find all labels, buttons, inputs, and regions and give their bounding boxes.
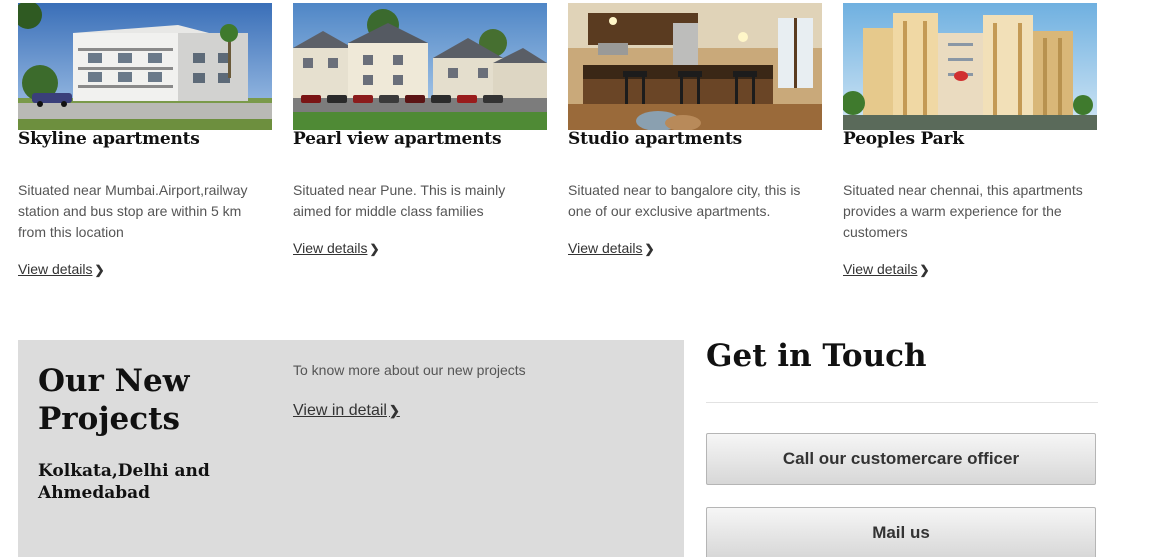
call-customercare-button[interactable]: Call our customercare officer [706,433,1096,485]
apartment-card-studio: Studio apartments Situated near to banga… [568,3,823,256]
chevron-right-icon: ❯ [369,242,380,256]
apartment-description: Situated near Pune. This is mainly aimed… [293,182,506,219]
view-details-label: View details [18,261,93,277]
view-details-link[interactable]: View details ❯ [843,261,930,277]
view-details-label: View details [293,240,368,256]
apartment-photo[interactable] [18,3,272,130]
chevron-right-icon: ❯ [919,263,930,277]
contact-heading: Get in Touch [706,338,927,374]
chevron-right-icon: ❯ [388,403,400,418]
apartment-description: Situated near chennai, this apartments p… [843,182,1083,240]
apartment-title: Pearl view apartments [293,129,502,149]
view-details-link[interactable]: View details ❯ [568,240,655,256]
projects-heading: Our New Projects [38,363,190,437]
view-details-label: View details [843,261,918,277]
apartment-card-pearl-view: Pearl view apartments Situated near Pune… [293,3,548,256]
chevron-right-icon: ❯ [94,263,105,277]
view-details-link[interactable]: View details ❯ [293,240,380,256]
apartment-card-skyline: Skyline apartments Situated near Mumbai.… [18,3,273,277]
apartment-description: Situated near Mumbai.Airport,railway sta… [18,182,248,240]
apartment-photo[interactable] [843,3,1097,130]
apartment-photo[interactable] [293,3,547,130]
view-details-link[interactable]: View details ❯ [18,261,105,277]
contact-divider [706,402,1098,403]
chevron-right-icon: ❯ [644,242,655,256]
apartment-title: Peoples Park [843,129,964,149]
projects-info-text: To know more about our new projects [293,362,526,378]
apartment-title: Studio apartments [568,129,743,149]
view-details-label: View details [568,240,643,256]
apartment-description: Situated near to bangalore city, this is… [568,182,801,219]
view-in-detail-link[interactable]: View in detail ❯ [293,402,400,420]
new-projects-panel: Our New Projects Kolkata,Delhi and Ahmed… [18,340,684,557]
apartment-card-peoples-park: Peoples Park Situated near chennai, this… [843,3,1098,277]
apartment-title: Skyline apartments [18,129,200,149]
projects-cities: Kolkata,Delhi and Ahmedabad [38,461,210,503]
apartment-photo[interactable] [568,3,822,130]
view-in-detail-label: View in detail [293,402,387,419]
mail-us-button[interactable]: Mail us [706,507,1096,557]
